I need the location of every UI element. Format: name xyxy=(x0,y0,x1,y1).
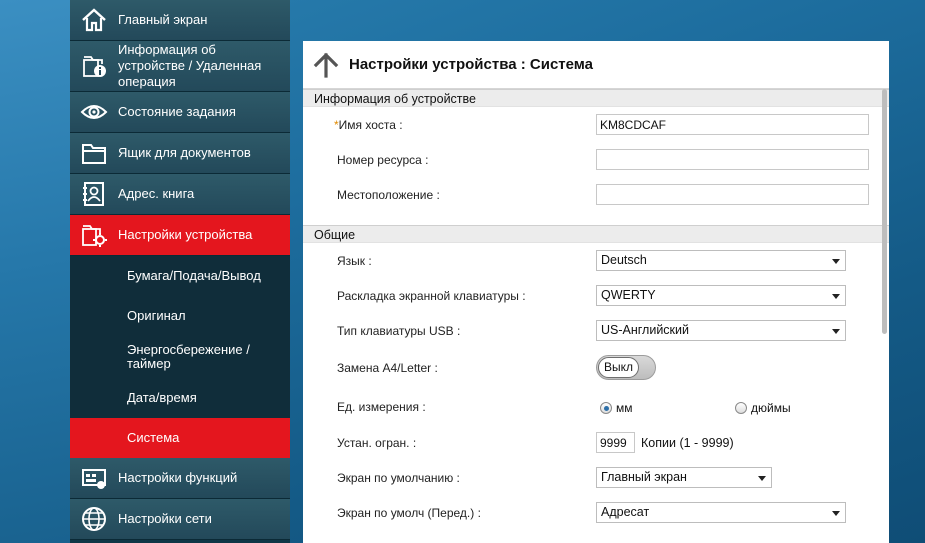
folder-icon xyxy=(70,133,118,173)
keyboard-layout-value: QWERTY xyxy=(601,288,656,302)
subnav-date-label: Дата/время xyxy=(127,390,197,405)
subnav-system[interactable]: Система xyxy=(70,418,290,458)
address-book-icon xyxy=(70,174,118,214)
row-keyboard-layout: Раскладка экранной клавиатуры : QWERTY xyxy=(303,278,889,313)
nav-function-settings-label: Настройки функций xyxy=(118,470,238,485)
subnav-system-label: Система xyxy=(127,430,180,445)
radio-unselected-icon xyxy=(735,402,747,414)
row-default-screen-send: Экран по умолч (Перед.) : Адресат xyxy=(303,495,889,530)
location-input[interactable] xyxy=(596,184,869,205)
subnav-energy-timer[interactable]: Энергосбережение / таймер xyxy=(70,336,290,378)
keyboard-layout-select[interactable]: QWERTY xyxy=(596,285,846,306)
limit-input[interactable] xyxy=(596,432,635,453)
section-device-info: Информация об устройстве xyxy=(303,89,889,107)
chevron-down-icon xyxy=(758,476,766,481)
units-mm-label: мм xyxy=(616,401,633,415)
eye-icon xyxy=(70,92,118,132)
nav-document-box-label: Ящик для документов xyxy=(118,145,251,160)
limit-label: Устан. огран. : xyxy=(337,436,417,450)
usb-keyboard-value: US-Английский xyxy=(601,323,689,337)
row-usb-keyboard: Тип клавиатуры USB : US-Английский xyxy=(303,313,889,348)
settings-panel: Настройки устройства : Система Информаци… xyxy=(303,41,889,543)
home-icon xyxy=(70,0,118,40)
subnav-energy-label: Энергосбережение / таймер xyxy=(127,342,250,371)
chevron-down-icon xyxy=(832,329,840,334)
page-title: Настройки устройства : Система xyxy=(349,56,594,73)
subnav-original[interactable]: Оригинал xyxy=(70,296,290,336)
subnav-paper-label: Бумага/Подача/Вывод xyxy=(127,268,261,283)
nav-job-status[interactable]: Состояние задания xyxy=(70,92,290,133)
units-label: Ед. измерения : xyxy=(337,400,426,414)
row-units: Ед. измерения : мм дюймы xyxy=(303,388,889,425)
nav-document-box[interactable]: Ящик для документов xyxy=(70,133,290,174)
section-general: Общие xyxy=(303,225,889,243)
toggle-knob: Выкл xyxy=(598,357,639,378)
host-name-label-wrap: *Имя хоста : xyxy=(334,118,403,132)
nav-network-settings-label: Настройки сети xyxy=(118,511,212,526)
host-name-input[interactable] xyxy=(596,114,869,135)
default-screen-send-select[interactable]: Адресат xyxy=(596,502,846,523)
keyboard-layout-label: Раскладка экранной клавиатуры : xyxy=(337,289,526,303)
row-limit: Устан. огран. : Копии (1 - 9999) xyxy=(303,425,889,460)
nav-job-status-label: Состояние задания xyxy=(118,104,236,119)
default-screen-send-label: Экран по умолч (Перед.) : xyxy=(337,506,481,520)
subnav-original-label: Оригинал xyxy=(127,308,186,323)
usb-keyboard-label: Тип клавиатуры USB : xyxy=(337,324,461,338)
row-language: Язык : Deutsch xyxy=(303,243,889,278)
default-screen-send-value: Адресат xyxy=(601,505,650,519)
default-screen-value: Главный экран xyxy=(601,470,687,484)
nav-home[interactable]: Главный экран xyxy=(70,0,290,41)
sidebar-nav: Главный экран Информация об устройстве /… xyxy=(70,0,290,543)
language-value: Deutsch xyxy=(601,253,647,267)
radio-selected-icon xyxy=(600,402,612,414)
default-screen-label: Экран по умолчанию : xyxy=(337,471,460,485)
row-host-name: *Имя хоста : xyxy=(303,107,889,142)
nav-device-settings[interactable]: Настройки устройства xyxy=(70,215,290,256)
chevron-down-icon xyxy=(832,259,840,264)
asset-number-input[interactable] xyxy=(596,149,869,170)
a4-letter-label: Замена A4/Letter : xyxy=(337,361,438,375)
units-inch-label: дюймы xyxy=(751,401,791,415)
device-info-icon xyxy=(70,41,118,91)
units-inch-radio[interactable]: дюймы xyxy=(735,401,791,415)
subnav-paper-feed-output[interactable]: Бумага/Подача/Вывод xyxy=(70,256,290,296)
nav-address-book-label: Адрес. книга xyxy=(118,186,195,201)
a4-letter-toggle[interactable]: Выкл xyxy=(596,355,656,380)
nav-home-label: Главный экран xyxy=(118,12,208,27)
nav-address-book[interactable]: Адрес. книга xyxy=(70,174,290,215)
device-settings-icon xyxy=(70,215,118,255)
units-mm-radio[interactable]: мм xyxy=(600,401,633,415)
desktop-background xyxy=(0,0,70,543)
subnav-date-time[interactable]: Дата/время xyxy=(70,378,290,418)
location-label: Местоположение : xyxy=(337,188,440,202)
language-select[interactable]: Deutsch xyxy=(596,250,846,271)
language-label: Язык : xyxy=(337,254,372,268)
host-name-label: Имя хоста : xyxy=(338,118,403,132)
chevron-down-icon xyxy=(832,294,840,299)
nav-device-info-label: Информация об устройстве / Удаленная опе… xyxy=(118,42,262,89)
nav-function-settings[interactable]: Настройки функций xyxy=(70,458,290,499)
network-globe-icon xyxy=(70,499,118,539)
default-screen-select[interactable]: Главный экран xyxy=(596,467,772,488)
limit-range-text: Копии (1 - 9999) xyxy=(641,436,734,450)
back-arrow-icon[interactable] xyxy=(311,50,341,80)
row-default-screen: Экран по умолчанию : Главный экран xyxy=(303,460,889,495)
row-a4-letter: Замена A4/Letter : Выкл xyxy=(303,348,889,388)
nav-device-info[interactable]: Информация об устройстве / Удаленная опе… xyxy=(70,41,290,92)
panel-header: Настройки устройства : Система xyxy=(303,41,889,89)
function-settings-icon xyxy=(70,458,118,498)
usb-keyboard-select[interactable]: US-Английский xyxy=(596,320,846,341)
row-location: Местоположение : xyxy=(303,177,889,213)
vertical-scrollbar[interactable] xyxy=(882,89,887,334)
asset-number-label: Номер ресурса : xyxy=(337,153,429,167)
nav-network-settings[interactable]: Настройки сети xyxy=(70,499,290,540)
nav-device-settings-label: Настройки устройства xyxy=(118,227,253,242)
row-asset-number: Номер ресурса : xyxy=(303,142,889,177)
chevron-down-icon xyxy=(832,511,840,516)
